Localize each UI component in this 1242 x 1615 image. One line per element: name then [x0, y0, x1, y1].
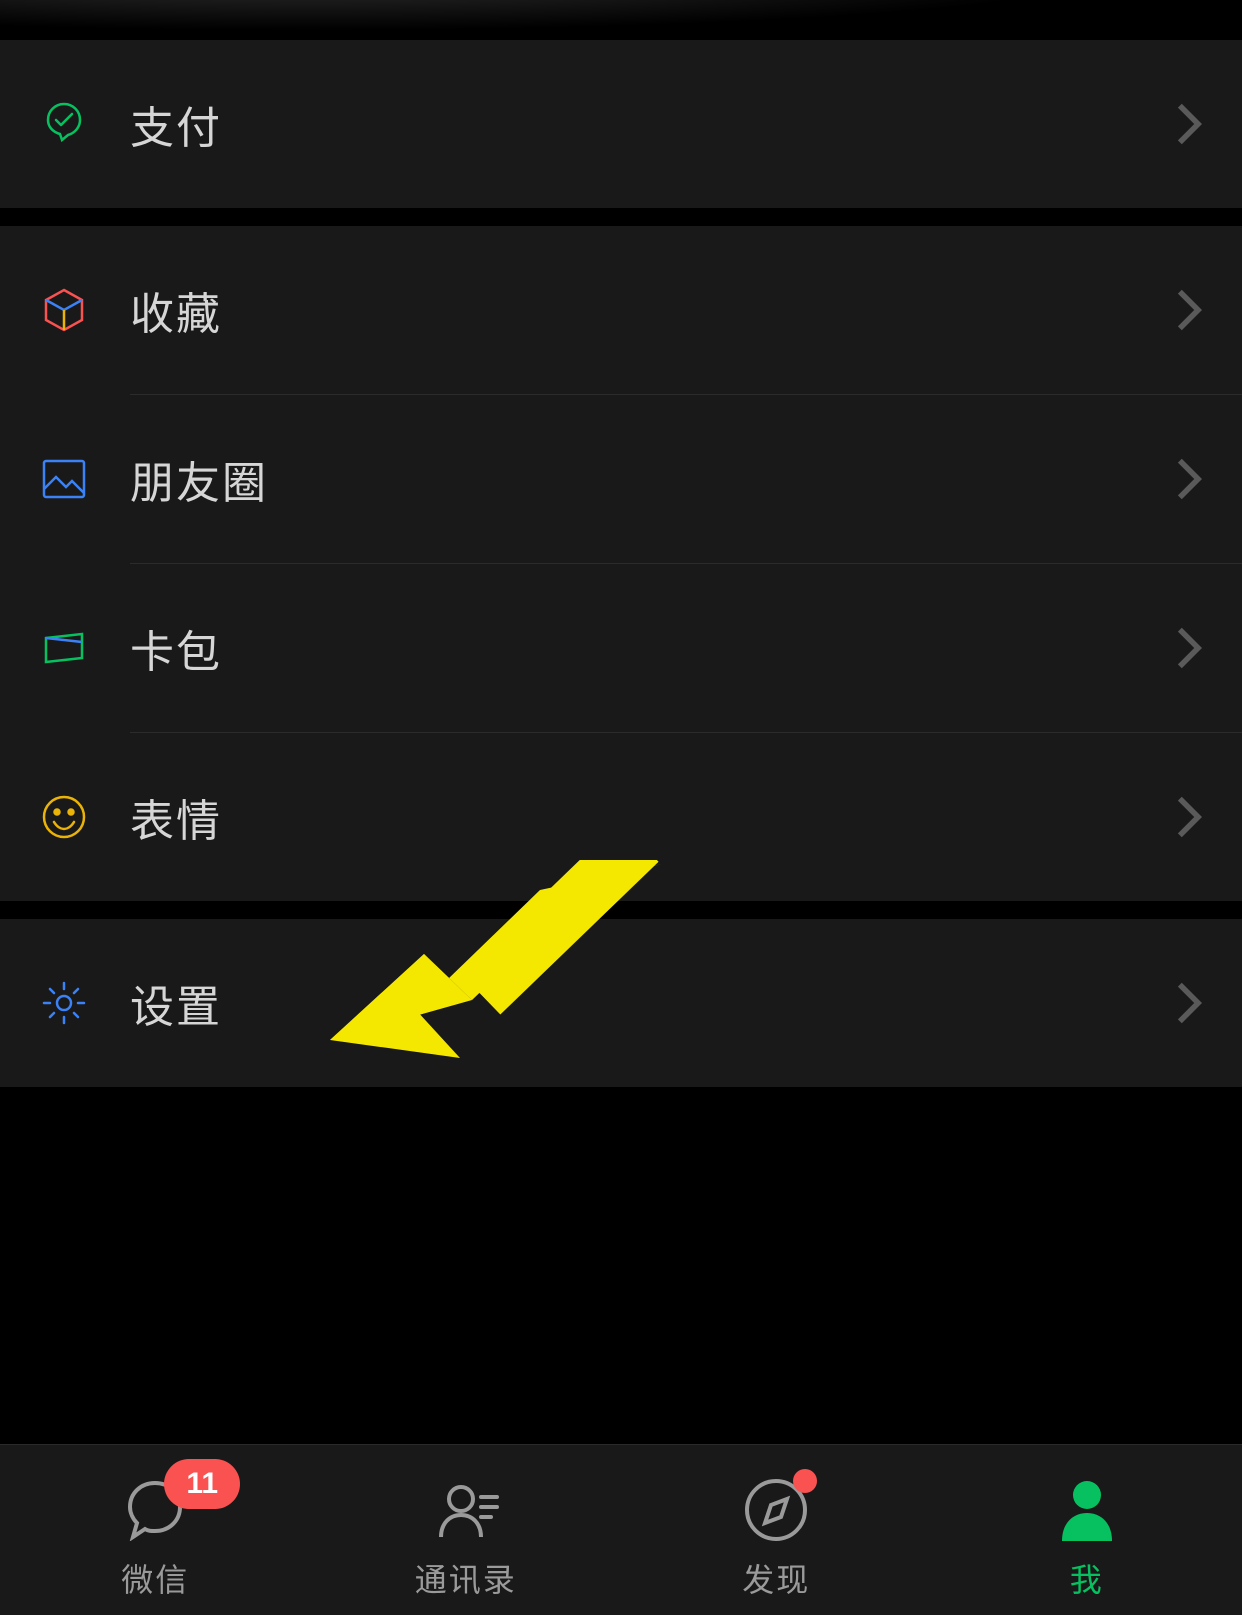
pay-icon [40, 100, 130, 148]
tab-contacts[interactable]: 通讯录 [311, 1445, 622, 1615]
chevron-right-icon [1176, 102, 1202, 146]
tab-label-contacts: 通讯录 [415, 1555, 517, 1601]
wallet-icon [40, 624, 130, 672]
menu-group-main: 收藏 朋友圈 [0, 226, 1242, 901]
chevron-right-icon [1176, 457, 1202, 501]
menu-item-pay[interactable]: 支付 [0, 40, 1242, 208]
smile-icon [40, 793, 130, 841]
menu-label-favorites: 收藏 [130, 278, 222, 342]
menu-label-pay: 支付 [130, 92, 222, 156]
tab-bar: 11 微信 通讯录 发现 [0, 1444, 1242, 1615]
chevron-right-icon [1176, 795, 1202, 839]
tab-label-discover: 发现 [742, 1555, 810, 1601]
cube-icon [40, 286, 130, 334]
menu-item-settings[interactable]: 设置 [0, 919, 1242, 1087]
tab-me[interactable]: 我 [932, 1445, 1242, 1615]
tab-label-me: 我 [1070, 1555, 1104, 1601]
tab-chats[interactable]: 11 微信 [0, 1445, 311, 1615]
contacts-icon [431, 1475, 501, 1545]
menu-item-favorites[interactable]: 收藏 [0, 226, 1242, 394]
person-icon [1058, 1475, 1116, 1545]
unread-badge: 11 [164, 1459, 240, 1509]
menu-label-stickers: 表情 [130, 785, 222, 849]
chevron-right-icon [1176, 626, 1202, 670]
tab-label-chats: 微信 [121, 1555, 189, 1601]
menu-label-moments: 朋友圈 [130, 447, 268, 511]
tab-discover[interactable]: 发现 [621, 1445, 932, 1615]
gear-icon [40, 979, 130, 1027]
menu-item-stickers[interactable]: 表情 [0, 733, 1242, 901]
chevron-right-icon [1176, 288, 1202, 332]
menu-group-settings: 设置 [0, 919, 1242, 1087]
notification-dot [793, 1469, 817, 1493]
menu-label-cards: 卡包 [130, 616, 222, 680]
me-page: 支付 收藏 [0, 0, 1242, 1615]
chat-bubble-icon: 11 [120, 1475, 190, 1545]
compass-icon [743, 1475, 809, 1545]
menu-group-pay: 支付 [0, 40, 1242, 208]
menu-item-moments[interactable]: 朋友圈 [0, 395, 1242, 563]
image-icon [40, 455, 130, 503]
menu-label-settings: 设置 [130, 971, 222, 1035]
menu-item-cards[interactable]: 卡包 [0, 564, 1242, 732]
chevron-right-icon [1176, 981, 1202, 1025]
header-glow [0, 0, 1242, 40]
